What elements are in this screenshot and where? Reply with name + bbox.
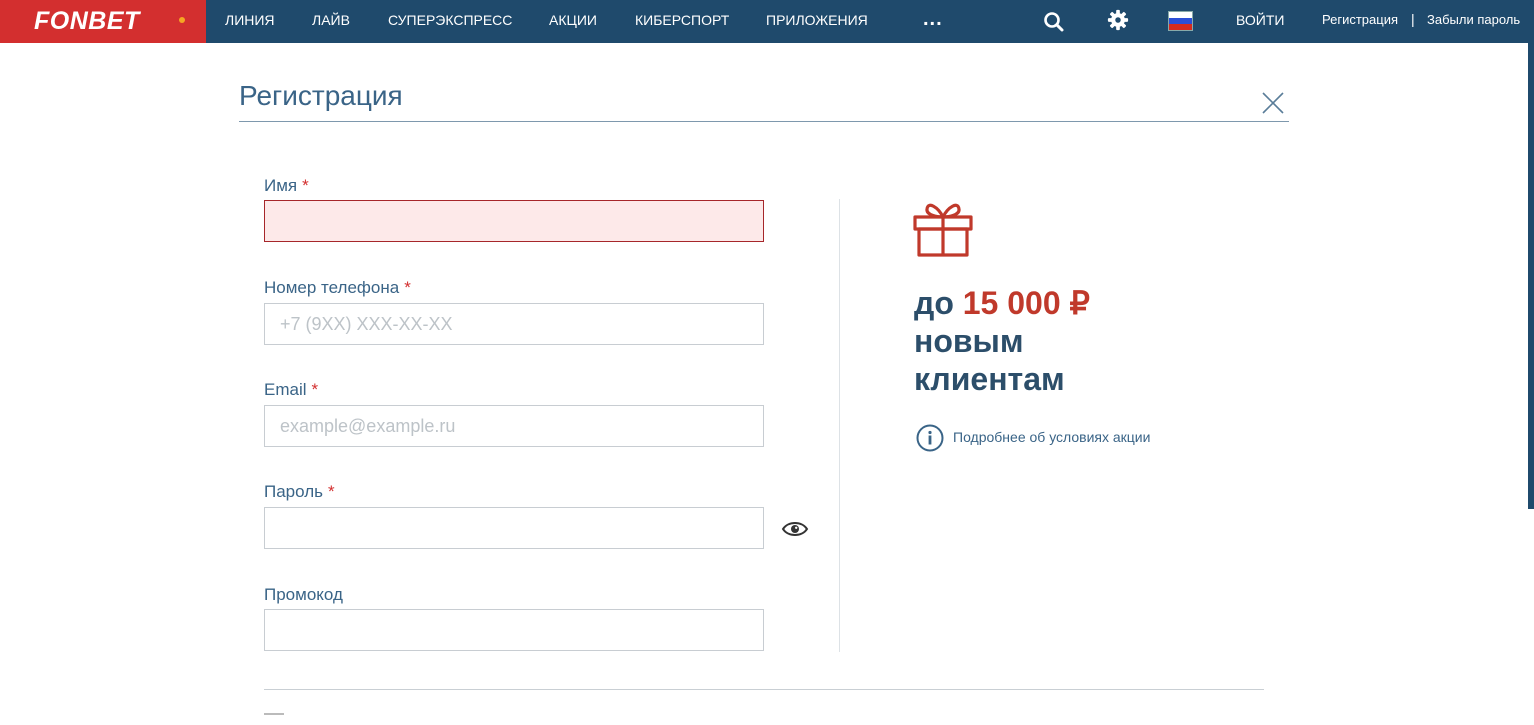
search-icon[interactable] — [1043, 11, 1065, 33]
title-divider — [239, 121, 1289, 122]
page-scrollbar[interactable] — [1528, 43, 1534, 509]
phone-label: Номер телефона * — [264, 278, 411, 298]
agreement-checkbox[interactable] — [264, 713, 284, 725]
promo-line-2: новым — [914, 323, 1024, 359]
password-label: Пароль * — [264, 482, 335, 502]
email-field[interactable] — [264, 405, 764, 447]
registration-title: Регистрация — [239, 80, 403, 111]
fonbet-logo[interactable]: FONBET — [0, 0, 206, 43]
nav-item-esports[interactable]: КИБЕРСПОРТ — [635, 12, 729, 28]
show-password-eye-icon[interactable] — [781, 518, 809, 540]
logo-dot — [179, 17, 185, 23]
nav-item-superexpress[interactable]: СУПЕРЭКСПРЕСС — [388, 12, 512, 28]
nav-item-apps[interactable]: ПРИЛОЖЕНИЯ — [766, 12, 868, 28]
name-label: Имя * — [264, 176, 309, 196]
form-bottom-divider — [264, 689, 1264, 690]
nav-item-line[interactable]: ЛИНИЯ — [225, 12, 275, 28]
logo-text: FONBET — [34, 7, 140, 35]
close-icon[interactable] — [1260, 90, 1286, 116]
password-label-text: Пароль — [264, 482, 323, 501]
promo-line-1: до 15 000 ₽ — [914, 284, 1090, 322]
promo-details-link[interactable]: Подробнее об условиях акции — [953, 429, 1150, 445]
email-label: Email * — [264, 380, 318, 400]
phone-field[interactable] — [264, 303, 764, 345]
required-mark: * — [404, 278, 411, 297]
header-separator: | — [1411, 11, 1415, 27]
promocode-label-text: Промокод — [264, 585, 343, 604]
promocode-field[interactable] — [264, 609, 764, 651]
forgot-password-link[interactable]: Забыли пароль — [1427, 12, 1520, 27]
promo-headline: до 15 000 ₽ новым клиентам — [914, 284, 1090, 398]
name-field[interactable] — [264, 200, 764, 242]
promocode-label: Промокод — [264, 585, 343, 605]
email-label-text: Email — [264, 380, 307, 399]
nav-item-live[interactable]: ЛАЙВ — [312, 12, 350, 28]
required-mark: * — [328, 482, 335, 501]
login-button[interactable]: ВОЙТИ — [1236, 12, 1284, 28]
password-field[interactable] — [264, 507, 764, 549]
name-label-text: Имя — [264, 176, 298, 195]
more-menu-button[interactable]: ... — [923, 9, 943, 29]
column-divider — [839, 199, 840, 652]
info-icon[interactable] — [916, 424, 944, 452]
required-mark: * — [311, 380, 319, 399]
top-navigation-bar: FONBET ЛИНИЯ ЛАЙВ СУПЕРЭКСПРЕСС АКЦИИ КИ… — [0, 0, 1534, 43]
nav-item-promotions[interactable]: АКЦИИ — [549, 12, 597, 28]
gift-icon — [913, 203, 973, 257]
promo-line-3: клиентам — [914, 361, 1065, 397]
phone-label-text: Номер телефона — [264, 278, 400, 297]
promo-amount: 15 000 ₽ — [962, 285, 1090, 321]
promo-prefix: до — [914, 285, 954, 321]
required-mark: * — [302, 176, 309, 195]
russia-flag-icon[interactable] — [1168, 11, 1193, 31]
gear-icon[interactable] — [1107, 9, 1129, 31]
register-link[interactable]: Регистрация — [1322, 12, 1398, 27]
